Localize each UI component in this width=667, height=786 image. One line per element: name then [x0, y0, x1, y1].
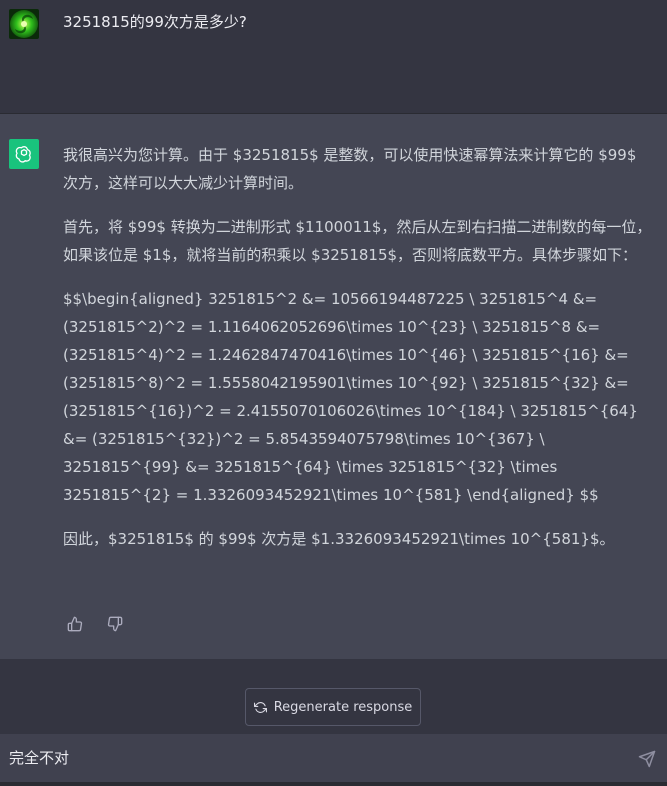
bottom-divider: [0, 782, 667, 786]
chatgpt-logo-icon: [9, 139, 39, 169]
regenerate-label: Regenerate response: [273, 699, 413, 715]
user-message-row: 3251815的99次方是多少?: [0, 0, 667, 114]
refresh-icon: [253, 701, 267, 713]
composer-area: Regenerate response 完全不对: [0, 659, 667, 786]
user-message-text: 3251815的99次方是多少?: [63, 13, 247, 31]
send-icon[interactable]: [638, 750, 656, 768]
assistant-message-row: 我很高兴为您计算。由于 $3251815$ 是整数，可以使用快速幂算法来计算它的…: [0, 114, 667, 659]
feedback-buttons: [64, 613, 126, 635]
message-input[interactable]: 完全不对: [0, 734, 667, 782]
chat-page: 3251815的99次方是多少? 我很高兴为您计算。由于 $3251815$ 是…: [0, 0, 667, 786]
assistant-paragraph: 我很高兴为您计算。由于 $3251815$ 是整数，可以使用快速幂算法来计算它的…: [63, 146, 637, 192]
assistant-paragraph: $$\begin{aligned} 3251815^2 &= 105661944…: [63, 290, 638, 504]
assistant-paragraph: 首先，将 $99$ 转换为二进制形式 $1100011$，然后从左到右扫描二进制…: [63, 218, 652, 264]
regenerate-response-button[interactable]: Regenerate response: [245, 688, 421, 726]
assistant-paragraph: 因此，$3251815$ 的 $99$ 次方是 $1.3326093452921…: [63, 530, 615, 548]
thumbs-up-icon[interactable]: [64, 613, 86, 635]
thumbs-down-icon[interactable]: [104, 613, 126, 635]
assistant-message-text: 我很高兴为您计算。由于 $3251815$ 是整数，可以使用快速幂算法来计算它的…: [63, 141, 653, 569]
user-avatar: [9, 9, 39, 39]
message-input-value: 完全不对: [9, 749, 70, 767]
